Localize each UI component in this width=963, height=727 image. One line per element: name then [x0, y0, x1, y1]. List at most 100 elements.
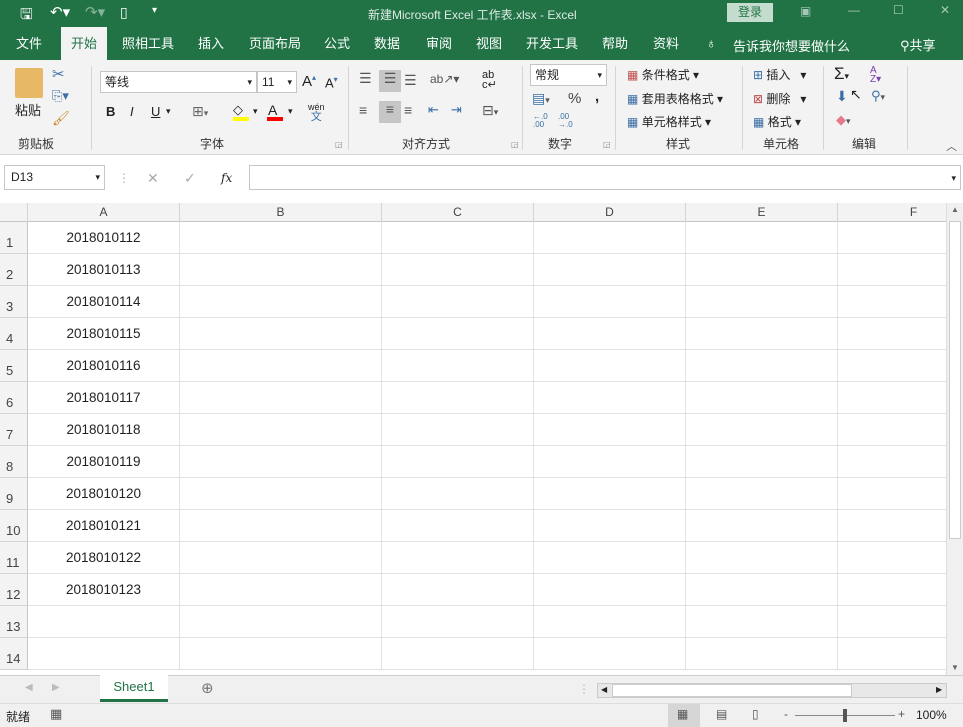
fill-color-icon[interactable]: ◇: [233, 102, 243, 118]
cell-e12[interactable]: [686, 574, 838, 606]
tab-formulas[interactable]: 公式: [316, 27, 358, 60]
align-middle-icon[interactable]: ☰: [379, 70, 401, 92]
cell-f9[interactable]: [838, 478, 946, 510]
tab-home[interactable]: 开始: [61, 27, 107, 60]
macro-record-icon[interactable]: ▦: [50, 706, 62, 722]
cell-f10[interactable]: [838, 510, 946, 542]
dialog-launcher-icon[interactable]: ◲: [511, 140, 519, 149]
cell-a13[interactable]: [28, 606, 180, 638]
spreadsheet-grid[interactable]: ABCDEF 120180101122201801011332018010114…: [0, 203, 946, 670]
sort-filter-icon[interactable]: AZ▾: [870, 66, 881, 84]
increase-font-icon[interactable]: A▴: [302, 73, 316, 90]
cell-c12[interactable]: [382, 574, 534, 606]
borders-icon[interactable]: ⊞▾: [192, 103, 208, 120]
next-sheet-icon[interactable]: ▶: [52, 682, 60, 693]
tell-me-search[interactable]: 告诉我你想要做什么: [733, 36, 850, 55]
row-header[interactable]: 7: [0, 414, 28, 446]
share-button[interactable]: ⚲共享: [900, 35, 936, 54]
column-header-b[interactable]: B: [180, 203, 382, 222]
copy-icon[interactable]: ⎘▾: [52, 88, 69, 104]
add-sheet-icon[interactable]: ⊕: [201, 679, 214, 697]
cell-e8[interactable]: [686, 446, 838, 478]
tab-help[interactable]: 帮助: [594, 27, 636, 60]
comma-button[interactable]: ,: [595, 88, 599, 105]
scroll-down-icon[interactable]: ▼: [951, 663, 959, 672]
phonetic-button[interactable]: wén文: [308, 102, 325, 122]
cell-e11[interactable]: [686, 542, 838, 574]
cell-f8[interactable]: [838, 446, 946, 478]
zoom-level[interactable]: 100%: [916, 708, 947, 722]
tab-review[interactable]: 审阅: [418, 27, 460, 60]
scroll-left-icon[interactable]: ◀: [601, 685, 607, 694]
align-bottom-icon[interactable]: ☰: [404, 72, 417, 89]
cell-d10[interactable]: [534, 510, 686, 542]
row-header[interactable]: 14: [0, 638, 28, 670]
cell-d3[interactable]: [534, 286, 686, 318]
sheet-tab-sheet1[interactable]: Sheet1: [100, 675, 168, 702]
cell-d7[interactable]: [534, 414, 686, 446]
paste-button[interactable]: 粘贴: [15, 100, 41, 119]
cell-d2[interactable]: [534, 254, 686, 286]
cell-a7[interactable]: 2018010118: [28, 414, 180, 446]
new-file-icon[interactable]: ▯: [120, 4, 128, 21]
cell-b13[interactable]: [180, 606, 382, 638]
autosum-icon[interactable]: Σ▾: [834, 64, 849, 84]
cell-a6[interactable]: 2018010117: [28, 382, 180, 414]
underline-button[interactable]: U: [151, 104, 160, 119]
format-as-table-button[interactable]: ▦ 套用表格格式 ▾: [627, 90, 723, 107]
undo-icon[interactable]: ↶▾: [50, 3, 70, 21]
cell-a4[interactable]: 2018010115: [28, 318, 180, 350]
row-header[interactable]: 2: [0, 254, 28, 286]
row-header[interactable]: 13: [0, 606, 28, 638]
align-right-icon[interactable]: ≡: [404, 102, 412, 118]
cell-e3[interactable]: [686, 286, 838, 318]
cell-f12[interactable]: [838, 574, 946, 606]
cell-a3[interactable]: 2018010114: [28, 286, 180, 318]
row-header[interactable]: 8: [0, 446, 28, 478]
zoom-out-button[interactable]: -: [784, 707, 788, 721]
cell-d1[interactable]: [534, 222, 686, 254]
row-header[interactable]: 4: [0, 318, 28, 350]
cell-f2[interactable]: [838, 254, 946, 286]
cell-b2[interactable]: [180, 254, 382, 286]
column-header-e[interactable]: E: [686, 203, 838, 222]
cell-b8[interactable]: [180, 446, 382, 478]
row-header[interactable]: 12: [0, 574, 28, 606]
horizontal-scrollbar[interactable]: ◀ ▶: [597, 683, 947, 698]
redo-icon[interactable]: ↷▾: [85, 3, 105, 21]
minimize-button[interactable]: —: [848, 3, 860, 17]
align-top-icon[interactable]: ☰: [359, 70, 372, 87]
cell-b12[interactable]: [180, 574, 382, 606]
column-header-c[interactable]: C: [382, 203, 534, 222]
cell-b1[interactable]: [180, 222, 382, 254]
dialog-launcher-icon[interactable]: ◲: [603, 140, 611, 149]
conditional-formatting-button[interactable]: ▦ 条件格式 ▾: [627, 66, 699, 83]
cell-f4[interactable]: [838, 318, 946, 350]
cell-d6[interactable]: [534, 382, 686, 414]
dialog-launcher-icon[interactable]: ◲: [335, 140, 343, 149]
cell-d13[interactable]: [534, 606, 686, 638]
cell-b7[interactable]: [180, 414, 382, 446]
cell-e9[interactable]: [686, 478, 838, 510]
cell-f6[interactable]: [838, 382, 946, 414]
tab-photo-tools[interactable]: 照相工具: [114, 27, 182, 60]
cell-styles-button[interactable]: ▦ 单元格样式 ▾: [627, 113, 711, 130]
zoom-slider-thumb[interactable]: [843, 709, 847, 722]
cell-a2[interactable]: 2018010113: [28, 254, 180, 286]
cell-d8[interactable]: [534, 446, 686, 478]
increase-indent-icon[interactable]: ⇥: [451, 102, 462, 118]
row-header[interactable]: 6: [0, 382, 28, 414]
login-button[interactable]: 登录: [727, 3, 773, 22]
close-button[interactable]: ✕: [940, 3, 950, 17]
percent-button[interactable]: %: [568, 90, 581, 107]
normal-view-button[interactable]: ▦: [668, 704, 700, 727]
chevron-down-icon[interactable]: ▾: [253, 106, 258, 117]
cell-b9[interactable]: [180, 478, 382, 510]
cell-e1[interactable]: [686, 222, 838, 254]
cell-b10[interactable]: [180, 510, 382, 542]
tab-developer[interactable]: 开发工具: [518, 27, 586, 60]
font-name-select[interactable]: 等线▾: [100, 71, 257, 93]
column-header-d[interactable]: D: [534, 203, 686, 222]
chevron-down-icon[interactable]: ▾: [166, 106, 171, 117]
decrease-font-icon[interactable]: A▾: [325, 75, 338, 90]
